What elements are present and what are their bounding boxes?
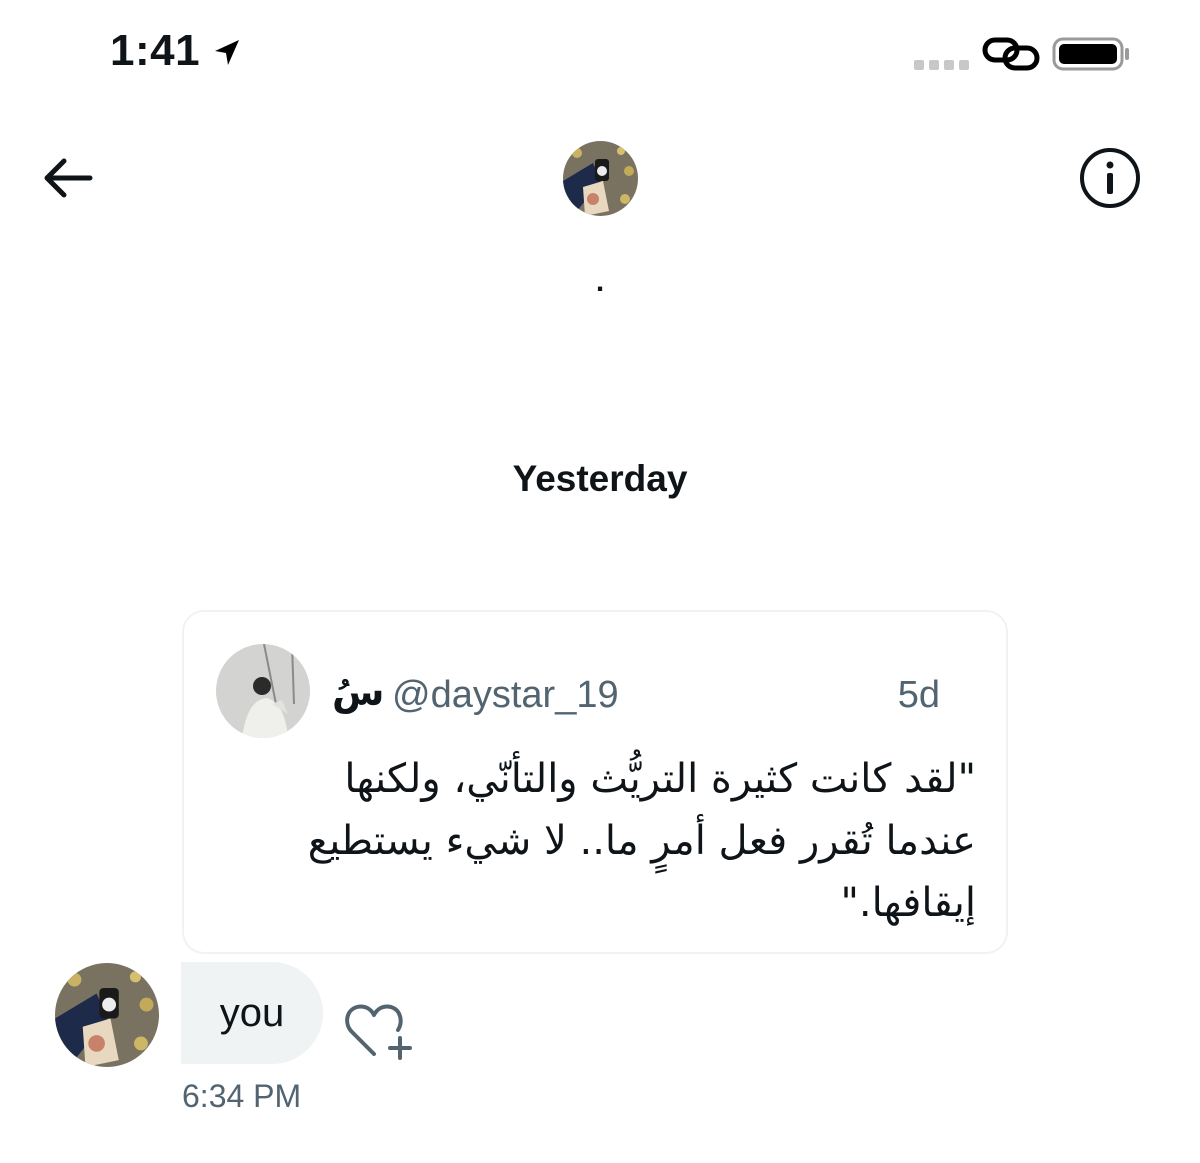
message-bubble[interactable]: you [181,962,323,1064]
dm-conversation-screen: 1:41 . Yesterday سُ @daystar_19 5d "لقد … [0,0,1200,1163]
link-icon [982,37,1040,71]
signal-dots-icon [914,60,969,70]
back-arrow-icon[interactable] [40,154,96,202]
tweet-author-avatar[interactable] [216,644,310,738]
avatar-photo [55,963,159,1067]
tweet-author-name[interactable]: سُ [332,670,384,715]
avatar-photo [563,141,638,216]
sender-avatar[interactable] [55,963,159,1067]
date-separator: Yesterday [512,458,688,499]
status-time: 1:41 [110,26,201,75]
conversation-avatar[interactable] [563,141,638,216]
tweet-author-handle[interactable]: @daystar_19 [392,674,619,717]
message-text: you [219,990,285,1035]
shared-tweet-card[interactable]: سُ @daystar_19 5d "لقد كانت كثيرة التريُ… [182,610,1008,954]
info-icon[interactable] [1078,146,1142,210]
location-arrow-icon [215,40,239,65]
conversation-name: . [595,265,605,298]
tweet-age: 5d [897,674,940,716]
add-reaction-heart-icon[interactable] [344,998,414,1062]
tweet-text: "لقد كانت كثيرة التريُّث والتأنّي، ولكنه… [307,756,976,926]
battery-icon [1052,37,1129,71]
message-timestamp: 6:34 PM [182,1078,302,1114]
avatar-photo [216,644,310,738]
